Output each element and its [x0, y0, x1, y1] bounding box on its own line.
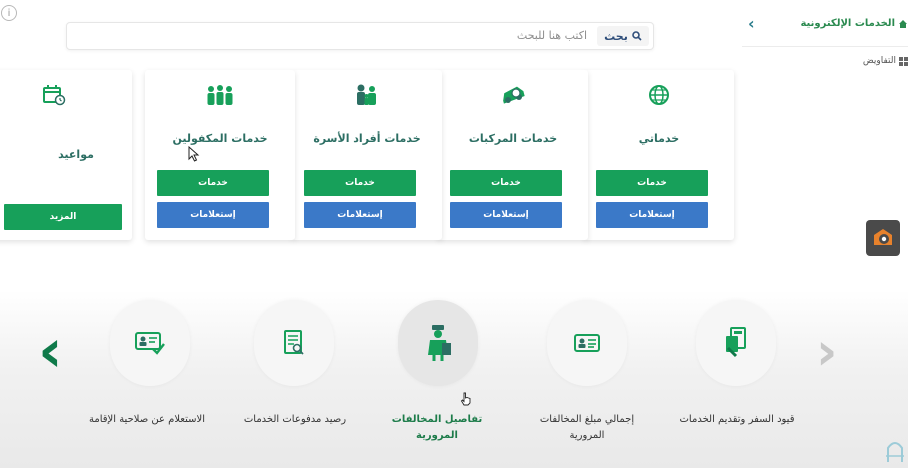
card-icon-circle [192, 70, 248, 120]
sidebar-title-label: الخدمات الإلكترونية [800, 18, 895, 29]
inquiries-button[interactable]: إستعلامات [157, 202, 269, 228]
traffic-officer-icon [428, 325, 451, 361]
service-traffic-fines-details[interactable] [398, 300, 478, 386]
card-title: خدمات المكفولين [172, 132, 268, 145]
card-title: مواعيد [58, 148, 94, 161]
search-button[interactable]: بحث [597, 26, 649, 46]
carousel-prev-icon[interactable]: ‹ [38, 316, 63, 386]
service-label[interactable]: قيود السفر وتقديم الخدمات [672, 412, 802, 428]
service-label[interactable]: إجمالي مبلغ المخالفات المرورية [522, 412, 652, 444]
sidebar [740, 0, 908, 250]
id-card-icon [574, 334, 600, 352]
services-button[interactable]: خدمات [157, 170, 269, 196]
inquiries-button[interactable]: إستعلامات [450, 202, 562, 228]
sidebar-item-delegations[interactable]: التفاويض [863, 56, 908, 66]
card-icon-circle [485, 70, 541, 120]
card-sponsored-services: خدمات المكفولين خدمات إستعلامات [145, 70, 295, 240]
search-icon [632, 31, 642, 41]
service-traffic-fines-total[interactable] [547, 300, 627, 386]
card-icon-circle [339, 70, 395, 120]
card-icon-circle [26, 70, 82, 120]
inquiries-button[interactable]: إستعلامات [304, 202, 416, 228]
globe-icon [649, 85, 669, 105]
search-bar: بحث [66, 22, 654, 50]
chevron-left-icon[interactable]: ‹ [748, 14, 755, 33]
brand-logo-icon [866, 220, 900, 256]
calendar-icon [43, 85, 66, 106]
card-appointments: مواعيد المزيد [0, 70, 132, 240]
watermark-icon [886, 442, 904, 462]
search-input[interactable] [79, 24, 591, 46]
services-button[interactable]: خدمات [450, 170, 562, 196]
card-my-services: خدماتي خدمات إستعلامات [584, 70, 734, 240]
info-icon[interactable]: i [1, 5, 17, 21]
search-button-label: بحث [604, 29, 628, 43]
service-label[interactable]: تفاصيل المخالفات المرورية [372, 412, 502, 444]
card-title: خدمات أفراد الأسرة [313, 132, 421, 145]
family-icon [357, 84, 376, 105]
card-title: خدماتي [638, 132, 680, 145]
inquiries-button[interactable]: إستعلامات [596, 202, 708, 228]
card-family-services: خدمات أفراد الأسرة خدمات إستعلامات [292, 70, 442, 240]
services-button[interactable]: خدمات [596, 170, 708, 196]
card-title: خدمات المركبات [468, 132, 558, 145]
service-iqama-validity[interactable] [110, 300, 190, 386]
service-label[interactable]: الاستعلام عن صلاحية الإقامة [82, 412, 212, 428]
travel-document-icon [726, 327, 746, 358]
sidebar-item-label: التفاويض [862, 56, 896, 66]
services-button[interactable]: خدمات [304, 170, 416, 196]
id-card-check-icon [135, 332, 165, 355]
workers-icon [207, 85, 233, 105]
home-icon [899, 19, 907, 28]
sidebar-divider [742, 46, 908, 47]
car-icon [503, 86, 525, 104]
hand-cursor-icon [460, 392, 471, 406]
card-icon-circle [631, 70, 687, 120]
service-payments-balance[interactable] [254, 300, 334, 386]
receipt-icon [284, 330, 304, 355]
service-travel-restrictions[interactable] [696, 300, 776, 386]
mouse-cursor-icon [188, 146, 200, 162]
more-button[interactable]: المزيد [4, 204, 122, 230]
carousel-next-icon[interactable]: › [816, 322, 837, 382]
service-label[interactable]: رصيد مدفوعات الخدمات [230, 412, 360, 428]
card-vehicle-services: خدمات المركبات خدمات إستعلامات [438, 70, 588, 240]
sidebar-title[interactable]: الخدمات الإلكترونية [800, 18, 908, 29]
grid-icon [899, 56, 908, 66]
